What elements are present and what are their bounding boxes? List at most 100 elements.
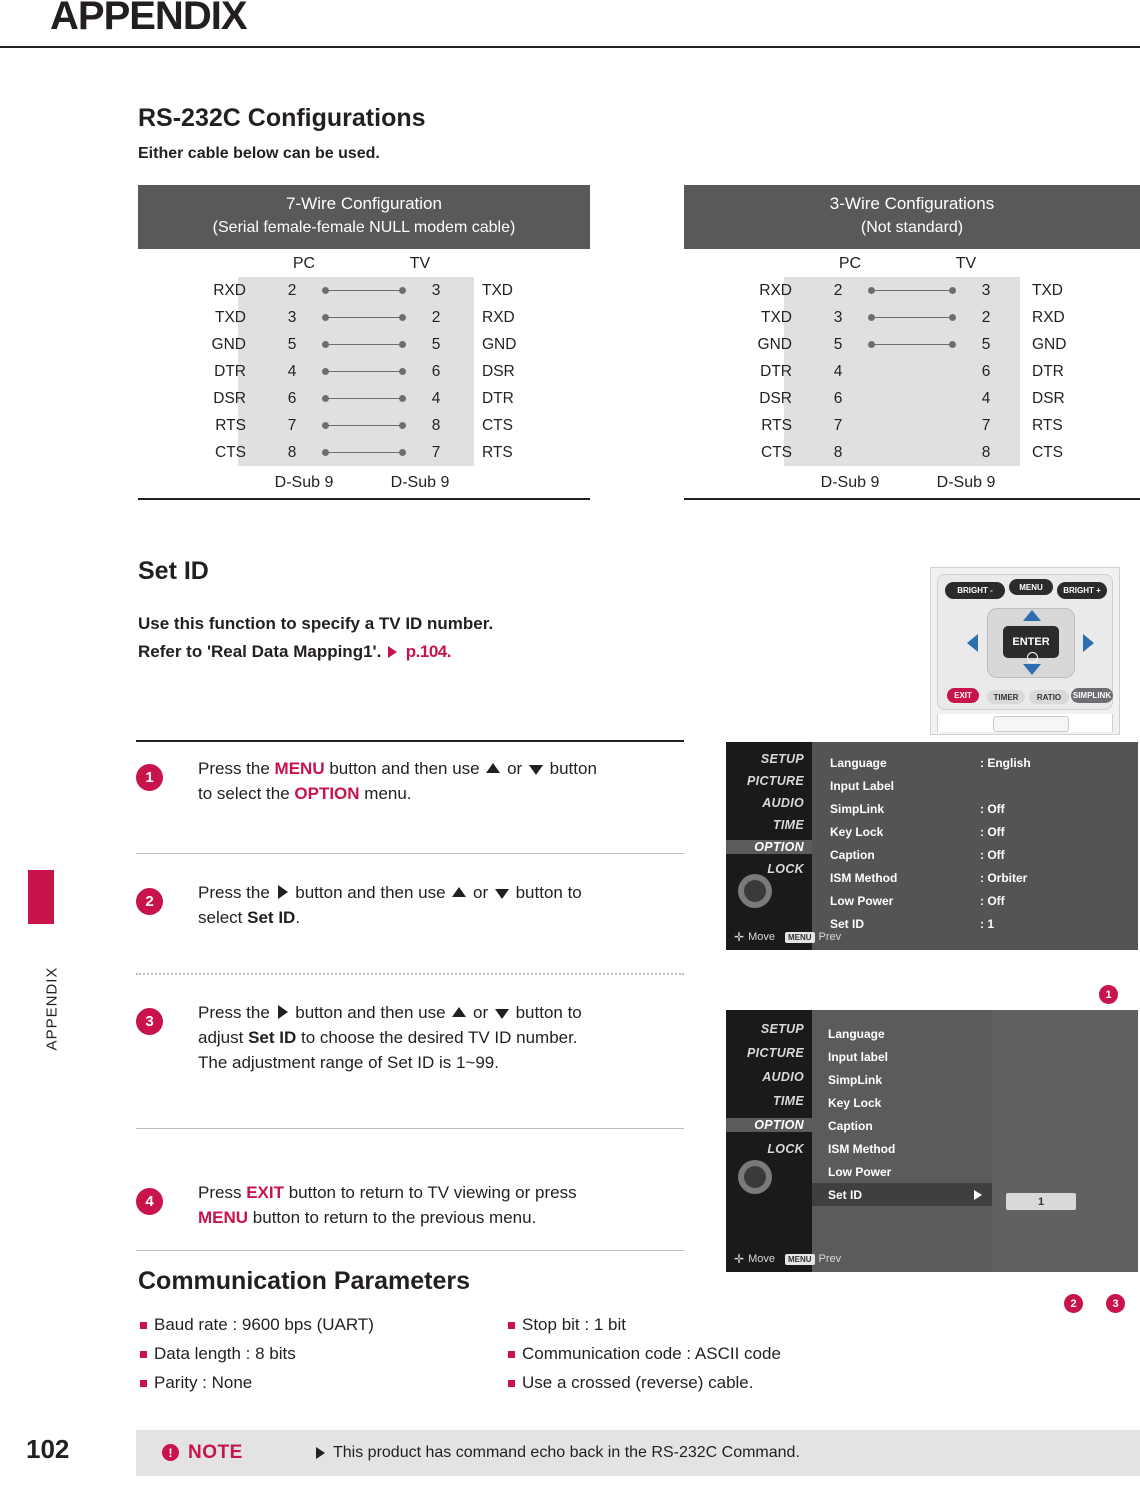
comm-item-right: Communication code : ASCII code [508,1344,938,1364]
wire-row-link [322,277,406,304]
wire-row-right-label: DTR [1032,362,1064,380]
wire-table-7-col-pc: PC [292,255,316,272]
osd-1-row-label: Low Power [830,894,894,908]
osd-menu-item-setup[interactable]: SETUP [726,1022,812,1036]
wire-row-right-label: CTS [482,416,513,434]
osd-1-row-label: Caption [830,848,875,862]
remote-down-icon[interactable] [1023,664,1041,675]
osd-menu-item-audio[interactable]: AUDIO [726,1070,812,1084]
remote-right-icon[interactable] [1083,634,1094,652]
arrow-right-icon [388,646,398,658]
osd-2-row[interactable]: SimpLink [812,1068,992,1091]
osd-2-row[interactable]: Key Lock [812,1091,992,1114]
remote-menu-button[interactable]: MENU [1009,579,1053,595]
remote-left-icon[interactable] [967,634,978,652]
remote-bright-plus-button[interactable]: BRIGHT + [1057,582,1107,599]
wire-row-link [322,304,406,331]
osd-menu-item-time[interactable]: TIME [726,818,812,832]
comm-item-text: Parity : None [154,1373,253,1392]
wire-row-tv-pin: 2 [981,308,991,326]
osd-1-row[interactable]: Low Power : Off [830,894,1138,908]
osd-menu-item-time[interactable]: TIME [726,1094,812,1108]
note-exclamation-icon: ! [162,1444,179,1461]
header-divider [0,46,1140,48]
wire-row-tv-pin: 2 [431,308,441,326]
step-divider-1 [136,853,684,854]
osd-2-row[interactable]: ISM Method [812,1137,992,1160]
note-label: NOTE [188,1442,243,1463]
osd-1-row-value: : English [980,756,1031,770]
osd-2-value-box[interactable]: 1 [1006,1193,1076,1210]
osd-1-row-value: : 1 [980,917,995,931]
osd-1-footer-chip: MENU [784,931,815,943]
osd-menu-item-lock[interactable]: LOCK [726,1142,812,1156]
wire-row-link [322,331,406,358]
osd-1-row[interactable]: Language: English [830,756,1138,770]
wire-row-link [322,439,406,466]
wire-table-3-col-pc: PC [838,255,862,272]
wire-row: TXD 3 2 RXD [138,304,590,331]
note-text: This product has command echo back in th… [333,1444,800,1461]
wire-row-right-label: GND [1032,335,1067,353]
wire-row-pc-pin: 7 [833,416,843,434]
osd-menu-item-picture[interactable]: PICTURE [726,774,812,788]
wire-table-7-columns: PC TV [138,255,590,273]
osd-2-row[interactable]: Language [812,1022,992,1045]
osd-1-row[interactable]: Set ID: 1 [830,917,1138,931]
step-text-run: button to [510,883,582,902]
setid-desc-line2-a: Refer to 'Real Data Mapping1'. [138,642,382,661]
osd-menu-item-picture[interactable]: PICTURE [726,1046,812,1060]
osd-2-row[interactable]: Caption [812,1114,992,1137]
step-text-run: adjust [198,1028,249,1047]
osd-1-row-label: Key Lock [830,825,884,839]
osd-menu-item-audio[interactable]: AUDIO [726,796,812,810]
remote-exit-button[interactable]: EXIT [947,688,979,703]
wire-row-pc-pin: 2 [287,281,297,299]
wire-row-tv-pin: 5 [981,335,991,353]
wire-row-tv-pin: 4 [981,389,991,407]
osd-2-row-label: Input label [828,1049,888,1064]
osd-1-row[interactable]: Key Lock: Off [830,825,1138,839]
osd-1-row-value: : Off [980,894,1005,908]
move-icon: ✛ [734,1252,745,1266]
step-text-run: Press the [198,759,275,778]
comm-item-left: Parity : None [140,1373,490,1393]
osd-menu-item-option[interactable]: OPTION [726,1118,812,1132]
comm-item-left: Baud rate : 9600 bps (UART) [140,1315,490,1335]
osd-1-row[interactable]: ISM Method: Orbiter [830,871,1138,885]
osd-2-row[interactable]: Set ID [812,1183,992,1206]
osd-1-row[interactable]: Caption: Off [830,848,1138,862]
comm-item-text: Communication code : ASCII code [522,1344,781,1363]
wire-table-3-col-tv: TV [955,255,977,272]
wire-row-link [868,331,956,358]
osd-1-row[interactable]: SimpLink: Off [830,802,1138,816]
wire-row: DTR 4 6 DSR [138,358,590,385]
arrow-down-icon [528,764,543,775]
osd-1-row[interactable]: Input Label [830,779,1138,793]
wire-table-3-header-line1: 3-Wire Configurations [829,194,995,213]
step-text-run: menu. [359,784,412,803]
remote-bottom-button[interactable] [993,716,1069,732]
wire-row-right-label: RXD [482,308,515,326]
osd-menu-item-option[interactable]: OPTION [726,840,812,854]
wire-table-7-body: RXD 2 3 TXD TXD 3 2 RXD GND 5 5 GND DTR 4 6 DSR DSR 6 4 DTR… [138,277,590,466]
wire-row-right-label: CTS [1032,443,1063,461]
wire-row-link [868,277,956,304]
remote-timer-button[interactable]: TIMER [987,690,1025,704]
osd-2-row[interactable]: Low Power [812,1160,992,1183]
osd-menu-item-setup[interactable]: SETUP [726,752,812,766]
osd-2-row[interactable]: Input label [812,1045,992,1068]
wire-row: CTS 8 8 CTS [684,439,1140,466]
step-number-badge: 4 [136,1188,163,1215]
osd-2-footer: ✛ Move MENU Prev [734,1252,841,1266]
remote-up-icon[interactable] [1023,610,1041,621]
remote-ratio-button[interactable]: RATIO [1029,690,1069,704]
wire-row-right-label: DSR [482,362,515,380]
step-divider-top [136,740,684,742]
osd-2-menu-graphic [732,1156,806,1202]
step-number-badge: 2 [136,888,163,915]
remote-bright-minus-button[interactable]: BRIGHT - [945,582,1005,599]
osd-1-callout: 1 [1099,985,1118,1004]
osd-1-content: Language: English Input Label SimpLink: Of… [812,742,1138,950]
remote-simplink-button[interactable]: SIMPLINK [1071,688,1113,703]
